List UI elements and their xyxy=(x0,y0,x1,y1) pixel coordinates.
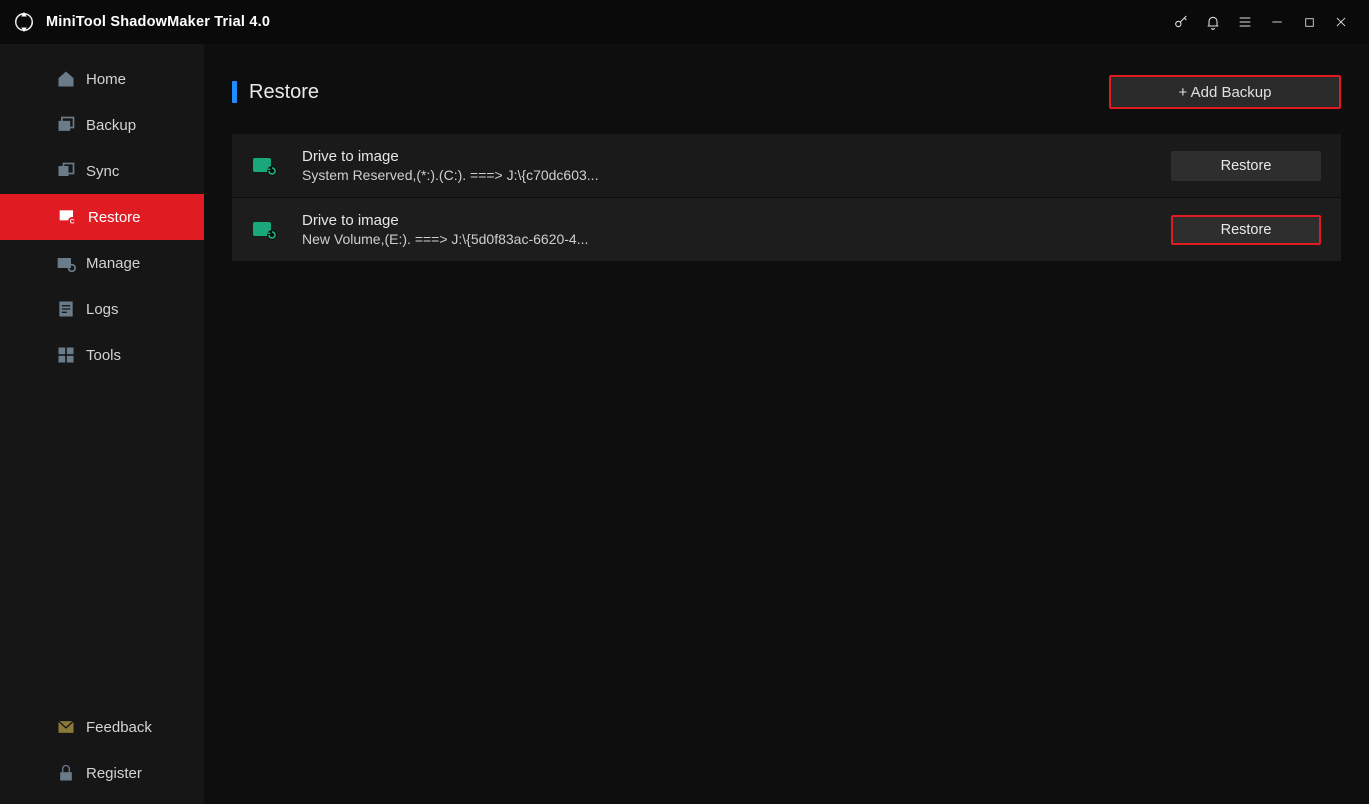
register-icon xyxy=(56,763,76,783)
sidebar-item-feedback[interactable]: Feedback xyxy=(0,704,204,750)
main-panel: Restore + Add Backup Drive to image Syst… xyxy=(204,44,1369,804)
sidebar-item-restore[interactable]: C Restore xyxy=(0,194,204,240)
add-backup-button[interactable]: + Add Backup xyxy=(1109,75,1341,109)
app-title: MiniTool ShadowMaker Trial 4.0 xyxy=(46,14,270,30)
drive-image-icon xyxy=(252,219,278,241)
sidebar: Home Backup Sync C xyxy=(0,44,204,804)
sidebar-item-home[interactable]: Home xyxy=(0,56,204,102)
row-subtitle: New Volume,(E:). ===> J:\{5d0f83ac-6620-… xyxy=(302,231,588,247)
home-icon xyxy=(56,69,76,89)
restore-button-label: Restore xyxy=(1221,222,1272,238)
tools-icon xyxy=(56,345,76,365)
page-title: Restore xyxy=(249,81,319,104)
sidebar-item-label: Logs xyxy=(86,301,119,318)
minimize-button[interactable] xyxy=(1261,6,1293,38)
key-icon[interactable] xyxy=(1165,6,1197,38)
sidebar-item-logs[interactable]: Logs xyxy=(0,286,204,332)
app-logo-icon xyxy=(12,10,36,34)
row-title: Drive to image xyxy=(302,212,588,229)
feedback-icon xyxy=(56,717,76,737)
svg-text:C: C xyxy=(70,219,75,226)
sidebar-item-label: Tools xyxy=(86,347,121,364)
titlebar: MiniTool ShadowMaker Trial 4.0 xyxy=(0,0,1369,44)
app-window: MiniTool ShadowMaker Trial 4.0 xyxy=(0,0,1369,804)
sidebar-item-label: Sync xyxy=(86,163,119,180)
page-header: Restore + Add Backup xyxy=(232,68,1341,116)
maximize-button[interactable] xyxy=(1293,6,1325,38)
logs-icon xyxy=(56,299,76,319)
header-accent-bar xyxy=(232,81,237,103)
sidebar-item-label: Backup xyxy=(86,117,136,134)
add-backup-label: + Add Backup xyxy=(1179,84,1272,101)
backup-list: Drive to image System Reserved,(*:).(C:)… xyxy=(232,134,1341,262)
backup-icon xyxy=(56,115,76,135)
sidebar-item-label: Register xyxy=(86,765,142,782)
sidebar-item-backup[interactable]: Backup xyxy=(0,102,204,148)
restore-button[interactable]: Restore xyxy=(1171,215,1321,245)
sidebar-item-register[interactable]: Register xyxy=(0,750,204,796)
sidebar-item-label: Feedback xyxy=(86,719,152,736)
drive-image-icon xyxy=(252,155,278,177)
sidebar-item-tools[interactable]: Tools xyxy=(0,332,204,378)
notification-icon[interactable] xyxy=(1197,6,1229,38)
backup-row: Drive to image New Volume,(E:). ===> J:\… xyxy=(232,198,1341,262)
restore-button-label: Restore xyxy=(1221,158,1272,174)
sidebar-item-manage[interactable]: Manage xyxy=(0,240,204,286)
menu-icon[interactable] xyxy=(1229,6,1261,38)
sync-icon xyxy=(56,161,76,181)
sidebar-item-label: Manage xyxy=(86,255,140,272)
close-button[interactable] xyxy=(1325,6,1357,38)
sidebar-item-sync[interactable]: Sync xyxy=(0,148,204,194)
row-title: Drive to image xyxy=(302,148,598,165)
sidebar-item-label: Home xyxy=(86,71,126,88)
row-subtitle: System Reserved,(*:).(C:). ===> J:\{c70d… xyxy=(302,167,598,183)
restore-button[interactable]: Restore xyxy=(1171,151,1321,181)
manage-icon xyxy=(56,253,76,273)
sidebar-item-label: Restore xyxy=(88,209,141,226)
restore-icon: C xyxy=(58,207,78,227)
backup-row: Drive to image System Reserved,(*:).(C:)… xyxy=(232,134,1341,198)
